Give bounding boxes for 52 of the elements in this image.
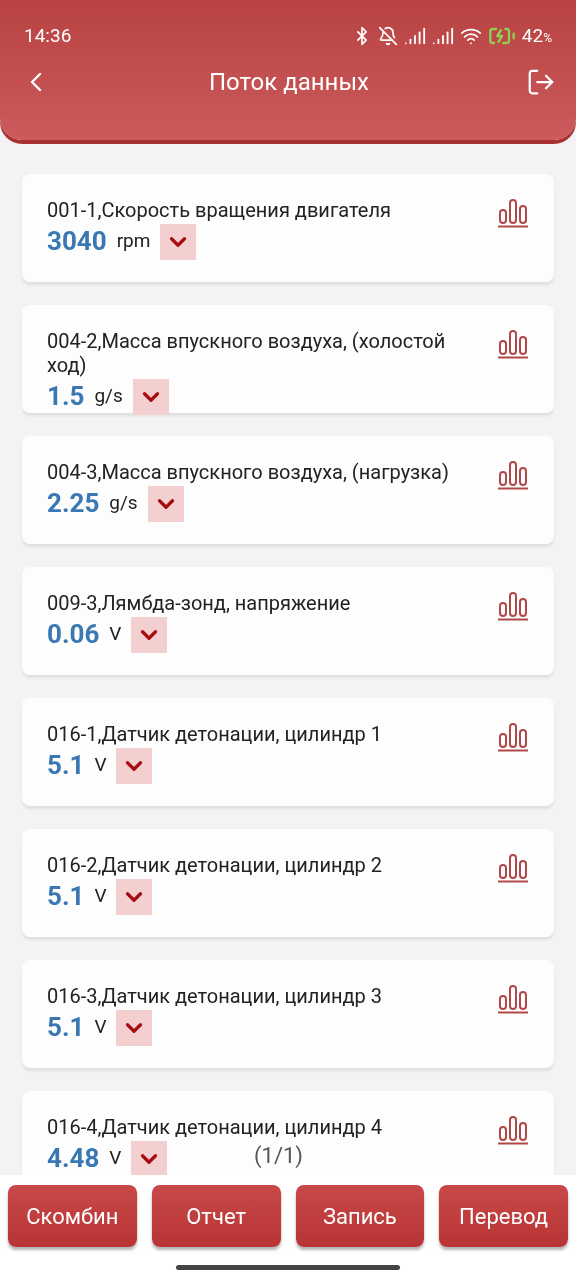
battery-level: 42% (521, 22, 552, 49)
dropdown-button[interactable] (131, 1140, 168, 1175)
parameter-name: 016-3,Датчик детонации, цилиндр 3 (47, 984, 382, 1008)
bar-chart-icon[interactable] (497, 198, 529, 228)
muted-bell-icon (377, 26, 398, 46)
dropdown-button[interactable] (116, 1009, 153, 1046)
parameter-name: 016-1,Датчик детонации, цилиндр 1 (47, 722, 382, 746)
parameter-value: 5.1 (47, 1011, 85, 1044)
bar-chart-icon[interactable] (497, 722, 529, 752)
parameter-name: 004-2,Масса впускного воздуха, (холостой ход) (47, 329, 447, 377)
parameter-unit: V (109, 1145, 122, 1172)
bar-chart-icon[interactable] (497, 329, 529, 359)
parameter-name: 016-4,Датчик детонации, цилиндр 4 (47, 1115, 382, 1139)
dropdown-button[interactable] (131, 616, 168, 653)
dropdown-button[interactable] (116, 747, 153, 784)
page-title: Поток данных (209, 67, 369, 98)
action-button[interactable]: Скомбин (8, 1185, 137, 1247)
parameter-unit: V (94, 752, 107, 779)
parameter-name: 016-2,Датчик детонации, цилиндр 2 (47, 853, 382, 877)
action-button[interactable]: Перевод (439, 1185, 568, 1247)
page-indicator: (1/1) (254, 1142, 303, 1170)
bar-chart-icon[interactable] (497, 460, 529, 490)
parameter-value: 0.06 (47, 618, 100, 651)
dropdown-button[interactable] (132, 378, 169, 415)
parameter-unit: V (109, 621, 122, 648)
dropdown-button[interactable] (160, 223, 197, 260)
dropdown-button[interactable] (116, 878, 153, 915)
parameter-value: 5.1 (47, 880, 85, 913)
parameter-name: 009-3,Лямбда-зонд, напряжение (47, 591, 351, 615)
parameter-value: 5.1 (47, 749, 85, 782)
parameter-unit: g/s (109, 490, 138, 517)
action-button[interactable]: Запись (295, 1185, 425, 1247)
signal-icon (431, 25, 454, 47)
parameter-value: 4.48 (47, 1142, 100, 1175)
parameter-value: 1.5 (47, 380, 85, 413)
parameter-value: 3040 (47, 225, 107, 258)
parameter-name: 001-1,Скорость вращения двигателя (47, 198, 391, 222)
parameter-unit: V (94, 883, 107, 910)
parameter-unit: g/s (94, 383, 123, 410)
parameter-value: 2.25 (47, 487, 100, 520)
bar-chart-icon[interactable] (497, 591, 529, 621)
parameter-unit: V (94, 1014, 107, 1041)
bar-chart-icon[interactable] (497, 853, 529, 883)
dropdown-button[interactable] (147, 485, 184, 522)
parameter-name: 004-3,Масса впускного воздуха, (нагрузка) (47, 460, 449, 484)
bar-chart-icon[interactable] (497, 1115, 529, 1145)
exit-icon[interactable] (526, 67, 556, 97)
action-button[interactable]: Отчет (151, 1185, 281, 1247)
signal-icon (403, 25, 426, 47)
parameter-unit: rpm (116, 228, 151, 255)
clock: 14:36 (24, 22, 72, 49)
bar-chart-icon[interactable] (497, 984, 529, 1014)
